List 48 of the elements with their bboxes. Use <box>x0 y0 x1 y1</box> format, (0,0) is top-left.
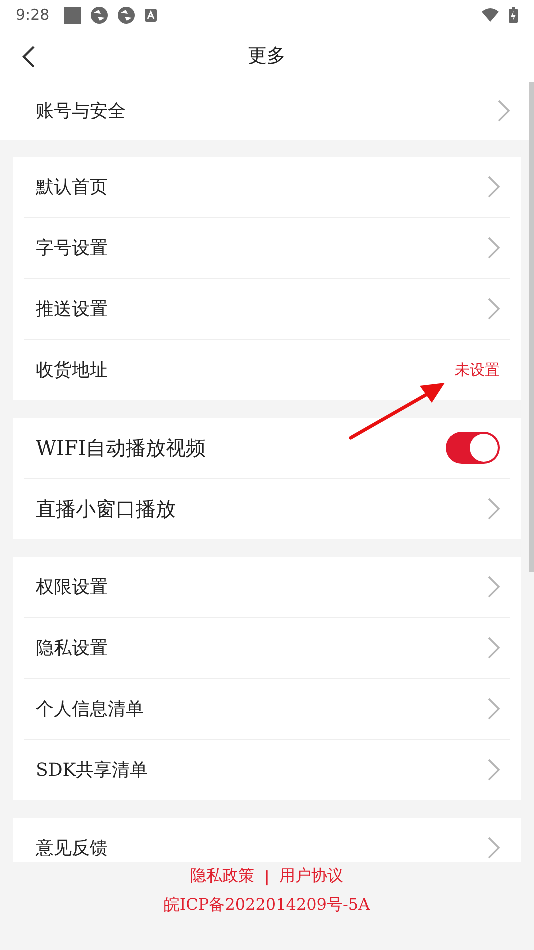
row-label: 账号与安全 <box>36 100 126 123</box>
settings-row[interactable]: 推送设置 <box>24 279 510 340</box>
chevron-right-icon <box>488 698 500 720</box>
settings-row[interactable]: 隐私设置 <box>24 618 510 679</box>
row-label: 个人信息清单 <box>36 698 144 721</box>
chevron-right-icon <box>488 298 500 320</box>
privacy-policy-link[interactable]: 隐私政策 <box>190 866 254 887</box>
battery-charging-icon <box>509 7 518 23</box>
row-label: SDK共享清单 <box>36 759 148 782</box>
page-title: 更多 <box>248 44 286 69</box>
settings-row[interactable]: 权限设置 <box>24 557 510 618</box>
settings-row[interactable]: 个人信息清单 <box>24 679 510 740</box>
settings-row[interactable]: SDK共享清单 <box>24 740 510 800</box>
status-time: 9:28 <box>16 6 50 24</box>
row-label: 直播小窗口播放 <box>36 496 176 522</box>
row-label: 隐私设置 <box>36 637 108 660</box>
row-value: 未设置 <box>455 360 500 380</box>
settings-row[interactable]: 意见反馈 <box>24 818 510 862</box>
chevron-right-icon <box>488 837 500 859</box>
row-label: WIFI自动播放视频 <box>36 434 206 462</box>
sync-circle-icon <box>118 6 135 24</box>
chevron-right-icon <box>488 498 500 520</box>
sync-circle-icon <box>90 6 108 24</box>
row-label: 权限设置 <box>36 576 108 599</box>
row-label: 推送设置 <box>36 298 108 321</box>
settings-row[interactable]: WIFI自动播放视频 <box>24 418 510 479</box>
row-label: 收货地址 <box>36 359 108 382</box>
keyboard-a-icon <box>144 8 157 22</box>
chevron-right-icon <box>488 176 500 198</box>
settings-row[interactable]: 字号设置 <box>24 218 510 279</box>
chevron-right-icon <box>488 759 500 781</box>
row-label: 意见反馈 <box>36 837 108 860</box>
wifi-icon <box>482 8 499 22</box>
user-agreement-link[interactable]: 用户协议 <box>280 866 344 887</box>
notification-square-icon <box>64 6 81 24</box>
icp-number: 皖ICP备2022014209号-5A <box>164 895 370 916</box>
toggle-switch[interactable] <box>446 432 500 464</box>
chevron-right-icon <box>488 576 500 598</box>
settings-row[interactable]: 收货地址 未设置 <box>24 340 510 400</box>
settings-row[interactable]: 直播小窗口播放 <box>24 479 510 539</box>
chevron-right-icon <box>488 637 500 659</box>
settings-row[interactable]: 默认首页 <box>24 157 510 218</box>
chevron-right-icon <box>498 100 510 122</box>
link-separator: | <box>264 868 270 886</box>
chevron-right-icon <box>488 237 500 259</box>
row-label: 默认首页 <box>36 176 108 199</box>
row-label: 字号设置 <box>36 237 108 260</box>
settings-row[interactable]: 账号与安全 <box>0 82 529 140</box>
